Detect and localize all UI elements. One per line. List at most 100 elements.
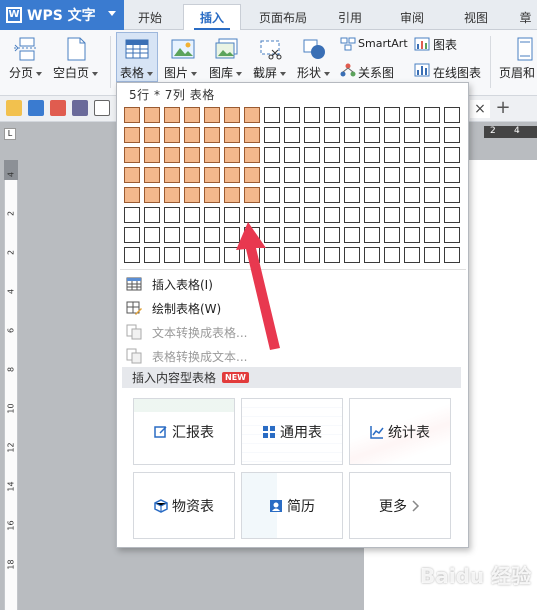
grid-cell[interactable] — [204, 147, 220, 163]
general-table-card[interactable]: 通用表 — [241, 398, 343, 465]
grid-cell[interactable] — [184, 207, 200, 223]
grid-cell[interactable] — [424, 147, 440, 163]
chart-button[interactable]: 图表 — [433, 36, 457, 53]
grid-cell[interactable] — [344, 167, 360, 183]
grid-cell[interactable] — [164, 147, 180, 163]
page-break-icon[interactable] — [12, 36, 40, 62]
grid-cell[interactable] — [364, 147, 380, 163]
tab-references[interactable]: 引用 — [326, 4, 374, 30]
grid-cell[interactable] — [124, 207, 140, 223]
grid-cell[interactable] — [444, 167, 460, 183]
grid-cell[interactable] — [224, 187, 240, 203]
shape-icon[interactable] — [302, 38, 328, 60]
smartart-button[interactable]: SmartArt — [358, 37, 408, 50]
grid-cell[interactable] — [124, 187, 140, 203]
grid-cell[interactable] — [264, 187, 280, 203]
resume-card[interactable]: 简历 — [241, 472, 343, 539]
gallery-icon[interactable] — [214, 38, 240, 60]
header-footer-icon[interactable] — [514, 36, 537, 62]
grid-cell[interactable] — [144, 187, 160, 203]
grid-cell[interactable] — [224, 167, 240, 183]
grid-cell[interactable] — [184, 127, 200, 143]
chart-icon[interactable] — [414, 37, 430, 51]
grid-cell[interactable] — [344, 187, 360, 203]
online-chart-button[interactable]: 在线图表 — [433, 64, 481, 81]
open-folder-icon[interactable] — [6, 100, 22, 116]
grid-cell[interactable] — [264, 167, 280, 183]
grid-cell[interactable] — [304, 167, 320, 183]
grid-cell[interactable] — [264, 147, 280, 163]
grid-cell[interactable] — [144, 247, 160, 263]
grid-cell[interactable] — [344, 107, 360, 123]
grid-cell[interactable] — [264, 207, 280, 223]
grid-cell[interactable] — [184, 167, 200, 183]
grid-cell[interactable] — [384, 227, 400, 243]
smartart-icon[interactable] — [340, 37, 356, 51]
grid-cell[interactable] — [164, 127, 180, 143]
grid-cell[interactable] — [204, 207, 220, 223]
grid-cell[interactable] — [404, 167, 420, 183]
grid-cell[interactable] — [184, 187, 200, 203]
grid-cell[interactable] — [364, 247, 380, 263]
grid-cell[interactable] — [184, 147, 200, 163]
grid-cell[interactable] — [384, 207, 400, 223]
grid-cell[interactable] — [364, 227, 380, 243]
grid-cell[interactable] — [384, 147, 400, 163]
grid-cell[interactable] — [164, 227, 180, 243]
grid-cell[interactable] — [244, 187, 260, 203]
grid-cell[interactable] — [444, 207, 460, 223]
grid-cell[interactable] — [124, 107, 140, 123]
blank-page-icon[interactable] — [64, 36, 88, 62]
grid-cell[interactable] — [444, 127, 460, 143]
grid-cell[interactable] — [404, 107, 420, 123]
grid-cell[interactable] — [204, 227, 220, 243]
save-icon[interactable] — [28, 100, 44, 116]
online-chart-icon[interactable] — [414, 63, 430, 77]
report-table-card[interactable]: 汇报表 — [133, 398, 235, 465]
grid-cell[interactable] — [124, 147, 140, 163]
grid-cell[interactable] — [204, 247, 220, 263]
table-size-grid[interactable] — [123, 106, 463, 266]
grid-cell[interactable] — [124, 227, 140, 243]
grid-cell[interactable] — [404, 147, 420, 163]
grid-cell[interactable] — [324, 187, 340, 203]
header-footer-button[interactable]: 页眉和 — [499, 64, 535, 81]
table-to-text-item[interactable]: 表格转换成文本... — [122, 345, 462, 367]
grid-cell[interactable] — [284, 247, 300, 263]
grid-cell[interactable] — [264, 127, 280, 143]
close-icon[interactable]: × — [470, 100, 490, 118]
draw-table-item[interactable]: 绘制表格(W) — [122, 297, 462, 319]
grid-cell[interactable] — [144, 227, 160, 243]
grid-cell[interactable] — [124, 127, 140, 143]
grid-cell[interactable] — [364, 167, 380, 183]
grid-cell[interactable] — [344, 207, 360, 223]
grid-cell[interactable] — [324, 227, 340, 243]
tab-page-layout[interactable]: 页面布局 — [248, 4, 318, 30]
grid-cell[interactable] — [344, 227, 360, 243]
grid-cell[interactable] — [224, 147, 240, 163]
grid-cell[interactable] — [384, 107, 400, 123]
grid-cell[interactable] — [304, 247, 320, 263]
grid-cell[interactable] — [304, 207, 320, 223]
grid-cell[interactable] — [204, 127, 220, 143]
relation-map-icon[interactable] — [340, 63, 356, 77]
grid-cell[interactable] — [244, 167, 260, 183]
shape-button[interactable]: 形状 — [297, 64, 331, 81]
grid-cell[interactable] — [284, 107, 300, 123]
print-preview-icon[interactable] — [94, 100, 110, 116]
grid-cell[interactable] — [284, 227, 300, 243]
grid-cell[interactable] — [144, 107, 160, 123]
app-menu-button[interactable]: W WPS 文字 — [0, 0, 124, 30]
grid-cell[interactable] — [304, 187, 320, 203]
screenshot-button[interactable]: 截屏 — [253, 64, 287, 81]
gallery-button[interactable]: 图库 — [209, 64, 243, 81]
grid-cell[interactable] — [404, 247, 420, 263]
grid-cell[interactable] — [404, 207, 420, 223]
text-to-table-item[interactable]: 文本转换成表格... — [122, 321, 462, 343]
grid-cell[interactable] — [124, 247, 140, 263]
grid-cell[interactable] — [304, 147, 320, 163]
grid-cell[interactable] — [344, 147, 360, 163]
grid-cell[interactable] — [224, 107, 240, 123]
grid-cell[interactable] — [344, 127, 360, 143]
grid-cell[interactable] — [244, 147, 260, 163]
